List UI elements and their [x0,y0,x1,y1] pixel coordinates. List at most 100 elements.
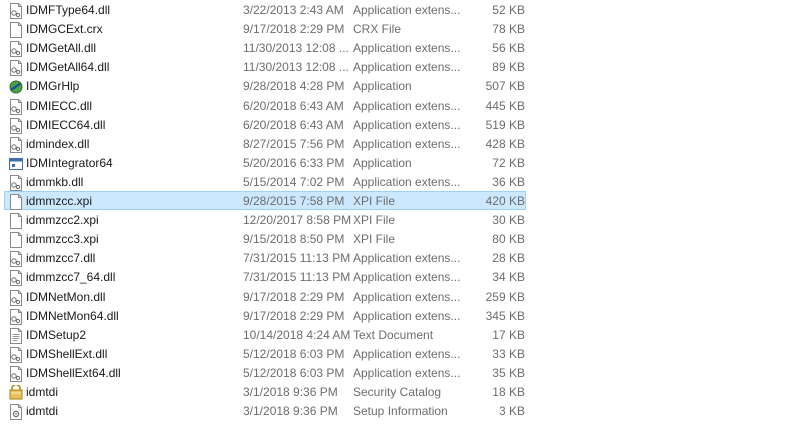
file-row[interactable]: IDMSetup2 10/14/2018 4:24 AM Text Document… [4,325,526,344]
file-size: 519 KB [485,117,525,132]
file-row[interactable]: IDMShellExt64.dll 5/12/2018 6:03 PM Applic… [4,363,526,382]
file-name: IDMSetup2 [26,327,87,342]
file-name: idmindex.dll [26,136,90,151]
file-row[interactable]: idmmzcc.xpi 9/28/2015 7:58 PM XPI File 420 … [4,191,526,210]
file-type: Application [353,79,412,94]
dll-icon [9,98,23,115]
file-size: 33 KB [492,346,525,361]
file-type: Text Document [353,327,434,342]
file-icon [9,213,23,230]
file-name: IDMIECC.dll [26,98,93,113]
file-size: 445 KB [485,98,525,113]
dll-icon [9,308,23,325]
file-date-modified: 9/28/2015 7:58 PM [243,194,345,208]
dll-icon [9,117,23,134]
file-row[interactable]: idmmzcc3.xpi 9/15/2018 8:50 PM XPI File 80 … [4,229,526,249]
dll-icon [9,251,23,268]
file-date-modified: 10/14/2018 4:24 AM [243,327,351,342]
file-date-modified: 8/27/2015 7:56 PM [243,136,345,151]
text-document-icon [9,327,23,344]
file-type: XPI File [353,213,396,228]
file-row[interactable]: idmmzcc2.xpi 12/20/2017 8:58 PM XPI File 30… [4,210,526,230]
file-size: 18 KB [492,385,525,399]
file-name: idmmkb.dll [26,174,84,189]
grhlp-app-icon [9,79,23,95]
file-row[interactable]: IDMGCExt.crx 9/17/2018 2:29 PM CRX File 78 … [4,19,526,39]
file-row[interactable]: idmmkb.dll 5/15/2014 7:02 PM Application e… [4,172,526,191]
file-type: Application extens... [353,174,461,189]
file-date-modified: 3/22/2013 2:43 AM [243,3,344,17]
file-size: 56 KB [492,41,525,56]
file-name: idmmzcc3.xpi [26,232,99,247]
file-date-modified: 9/28/2018 4:28 PM [243,79,345,94]
file-type: Application extens... [353,365,461,380]
file-size: 28 KB [492,251,525,266]
dll-icon [9,174,23,191]
file-row[interactable]: IDMGrHlp 9/28/2018 4:28 PM Application 507 … [4,76,526,95]
dll-icon [9,3,23,19]
file-name: idmmzcc.xpi [26,194,93,208]
file-type: XPI File [353,232,396,247]
file-date-modified: 5/12/2018 6:03 PM [243,346,345,361]
file-type: Application extens... [353,270,461,285]
file-name: IDMIECC64.dll [26,117,106,132]
file-row[interactable]: idmindex.dll 8/27/2015 7:56 PM Application… [4,134,526,153]
file-type: Application extens... [353,251,461,266]
file-size: 30 KB [492,213,525,228]
file-row[interactable]: IDMNetMon64.dll 9/17/2018 2:29 PM Applicat… [4,306,526,325]
file-size: 420 KB [485,194,525,208]
file-type: Application [353,155,412,170]
file-list: IDMFType64.dll 3/22/2013 2:43 AM Applicati… [0,0,800,424]
file-type: Security Catalog [353,385,442,399]
file-type: Application extens... [353,346,461,361]
file-row[interactable]: idmtdi 3/1/2018 9:36 PM Security Catalog 18… [4,382,526,401]
file-type: Application extens... [353,41,461,56]
file-size: 35 KB [492,365,525,380]
dll-icon [9,60,23,77]
file-type: Application extens... [353,289,461,304]
file-row[interactable]: IDMIECC.dll 6/20/2018 6:43 AM Application … [4,96,526,115]
file-name: idmmzcc2.xpi [26,213,99,228]
file-icon [9,22,23,39]
file-size: 89 KB [492,60,525,75]
file-row[interactable]: idmmzcc7.dll 7/31/2015 11:13 PM Applicatio… [4,248,526,268]
file-type: XPI File [353,194,396,208]
file-row[interactable]: IDMGetAll.dll 11/30/2013 12:08 ... Applica… [4,38,526,58]
file-type: Setup Information [353,404,448,419]
file-date-modified: 3/1/2018 9:36 PM [243,404,338,419]
file-type: Application extens... [353,3,461,17]
file-icon [9,232,23,249]
file-date-modified: 7/31/2015 11:13 PM [243,251,351,266]
file-type: Application extens... [353,308,461,323]
dll-icon [9,270,23,287]
file-size: 3 KB [498,404,525,419]
file-type: CRX File [353,22,402,37]
dll-icon [9,365,23,382]
file-size: 36 KB [492,174,525,189]
file-row[interactable]: IDMGetAll64.dll 11/30/2013 12:08 ... Appli… [4,57,526,77]
file-type: Application extens... [353,60,461,75]
file-row[interactable]: IDMNetMon.dll 9/17/2018 2:29 PM Applicatio… [4,287,526,306]
file-name: idmtdi [26,385,59,399]
file-date-modified: 6/20/2018 6:43 AM [243,98,344,113]
file-name: IDMFType64.dll [26,3,111,17]
file-size: 52 KB [492,3,525,17]
file-date-modified: 9/17/2018 2:29 PM [243,22,345,37]
file-date-modified: 3/1/2018 9:36 PM [243,385,338,399]
file-date-modified: 12/20/2017 8:58 PM [243,213,352,228]
dll-icon [9,41,23,58]
file-icon [9,194,23,210]
file-name: IDMIntegrator64 [26,155,113,170]
file-size: 507 KB [485,79,525,94]
file-name: IDMShellExt64.dll [26,365,121,380]
file-row[interactable]: IDMIECC64.dll 6/20/2018 6:43 AM Applicatio… [4,115,526,134]
file-size: 78 KB [492,22,525,37]
file-row[interactable]: idmtdi 3/1/2018 9:36 PM Setup Information 3… [4,401,526,421]
file-name: IDMGrHlp [26,79,80,94]
dll-icon [9,346,23,363]
file-row[interactable]: IDMShellExt.dll 5/12/2018 6:03 PM Applicat… [4,344,526,363]
file-row[interactable]: IDMIntegrator64 5/20/2016 6:33 PM Applicat… [4,153,526,172]
file-row[interactable]: IDMFType64.dll 3/22/2013 2:43 AM Applicati… [4,0,526,19]
file-name: IDMNetMon.dll [26,289,106,304]
file-row[interactable]: idmmzcc7_64.dll 7/31/2015 11:13 PM Applica… [4,267,526,287]
